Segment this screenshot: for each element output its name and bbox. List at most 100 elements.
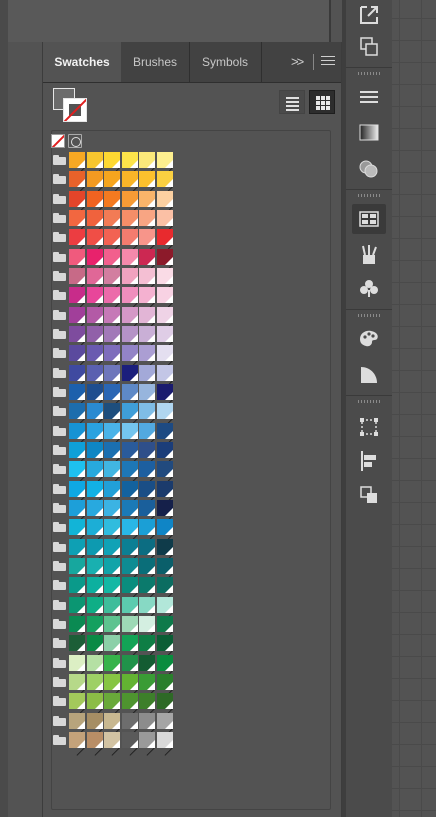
color-swatch[interactable] — [139, 229, 155, 246]
color-swatch[interactable] — [156, 267, 173, 284]
folder-icon[interactable] — [53, 155, 66, 165]
appearance-icon[interactable] — [352, 360, 386, 390]
color-swatch[interactable] — [156, 519, 173, 536]
color-swatch[interactable] — [69, 325, 85, 342]
folder-icon[interactable] — [53, 328, 66, 339]
color-swatch[interactable] — [86, 383, 103, 400]
color-swatch[interactable] — [86, 635, 103, 652]
color-swatch[interactable] — [86, 229, 103, 246]
color-swatch[interactable] — [86, 519, 103, 536]
folder-icon[interactable] — [53, 290, 66, 301]
color-swatch[interactable] — [86, 673, 103, 690]
color-swatch[interactable] — [104, 267, 120, 284]
align-panel-icon[interactable] — [352, 82, 386, 112]
folder-icon[interactable] — [53, 483, 66, 494]
color-swatch[interactable] — [156, 441, 173, 458]
color-swatch[interactable] — [121, 712, 138, 729]
color-swatch[interactable] — [139, 287, 155, 304]
color-swatch[interactable] — [121, 345, 138, 362]
color-swatch[interactable] — [69, 306, 85, 323]
color-swatch[interactable] — [104, 287, 120, 304]
folder-icon[interactable] — [53, 560, 66, 571]
color-swatch[interactable] — [139, 538, 155, 555]
folder-icon[interactable] — [53, 638, 66, 649]
color-swatch[interactable] — [121, 422, 138, 439]
folder-icon[interactable] — [53, 193, 66, 204]
color-swatch[interactable] — [156, 673, 173, 690]
folder-icon[interactable] — [53, 406, 66, 417]
color-swatch[interactable] — [104, 635, 120, 652]
color-swatch[interactable] — [69, 577, 85, 594]
color-swatch[interactable] — [139, 364, 155, 381]
color-swatch[interactable] — [86, 654, 103, 671]
color-swatch[interactable] — [104, 152, 120, 168]
color-swatch[interactable] — [104, 209, 120, 226]
color-swatch[interactable] — [139, 461, 155, 478]
color-swatch[interactable] — [86, 596, 103, 613]
color-swatch[interactable] — [104, 693, 120, 710]
color-swatch[interactable] — [139, 557, 155, 574]
color-swatch[interactable] — [104, 441, 120, 458]
color-swatch[interactable] — [156, 287, 173, 304]
align-icon[interactable] — [352, 446, 386, 476]
color-swatch[interactable] — [139, 422, 155, 439]
color-swatch[interactable] — [86, 480, 103, 497]
folder-icon[interactable] — [53, 541, 66, 552]
color-swatch[interactable] — [69, 190, 85, 207]
color-swatch[interactable] — [69, 654, 85, 671]
color-swatch[interactable] — [121, 229, 138, 246]
color-swatch[interactable] — [156, 499, 173, 516]
color-swatch[interactable] — [121, 596, 138, 613]
color-swatch[interactable] — [69, 615, 85, 632]
folder-icon[interactable] — [53, 425, 66, 436]
swatches-icon[interactable] — [352, 204, 386, 234]
color-swatch[interactable] — [139, 673, 155, 690]
color-swatch[interactable] — [121, 731, 138, 748]
color-swatch[interactable] — [86, 152, 103, 168]
transparency-icon[interactable] — [352, 154, 386, 184]
color-swatch[interactable] — [69, 596, 85, 613]
color-swatch[interactable] — [156, 152, 173, 168]
color-swatch[interactable] — [104, 557, 120, 574]
color-swatch[interactable] — [69, 364, 85, 381]
color-swatch[interactable] — [104, 364, 120, 381]
color-swatch[interactable] — [104, 731, 120, 748]
color-swatch[interactable] — [104, 306, 120, 323]
color-swatch[interactable] — [86, 615, 103, 632]
color-swatch[interactable] — [156, 693, 173, 710]
color-swatch[interactable] — [156, 345, 173, 362]
color-swatch[interactable] — [104, 461, 120, 478]
color-swatch[interactable] — [121, 306, 138, 323]
color-swatch[interactable] — [69, 422, 85, 439]
color-swatch[interactable] — [104, 190, 120, 207]
color-swatch[interactable] — [139, 577, 155, 594]
color-swatch[interactable] — [104, 345, 120, 362]
color-swatch[interactable] — [156, 577, 173, 594]
color-swatch[interactable] — [156, 248, 173, 265]
color-swatch[interactable] — [104, 403, 120, 420]
color-swatch[interactable] — [139, 441, 155, 458]
color-swatch[interactable] — [86, 693, 103, 710]
color-swatch[interactable] — [156, 306, 173, 323]
stroke-color-box[interactable] — [63, 98, 87, 122]
color-swatch[interactable] — [139, 712, 155, 729]
color-swatch[interactable] — [156, 635, 173, 652]
dock-grip[interactable] — [358, 194, 380, 197]
folder-icon[interactable] — [53, 309, 66, 320]
folder-icon[interactable] — [53, 212, 66, 223]
color-swatch[interactable] — [139, 383, 155, 400]
color-swatch[interactable] — [121, 209, 138, 226]
folder-icon[interactable] — [53, 580, 66, 591]
color-swatch[interactable] — [121, 557, 138, 574]
folder-icon[interactable] — [53, 464, 66, 475]
color-swatch[interactable] — [121, 403, 138, 420]
color-swatch[interactable] — [139, 248, 155, 265]
folder-icon[interactable] — [53, 270, 66, 281]
color-swatch[interactable] — [156, 364, 173, 381]
color-swatch[interactable] — [139, 480, 155, 497]
color-swatch[interactable] — [69, 209, 85, 226]
color-swatch[interactable] — [156, 383, 173, 400]
symbols-icon[interactable] — [352, 274, 386, 304]
color-swatch[interactable] — [86, 267, 103, 284]
tab-swatches[interactable]: Swatches — [43, 42, 121, 82]
